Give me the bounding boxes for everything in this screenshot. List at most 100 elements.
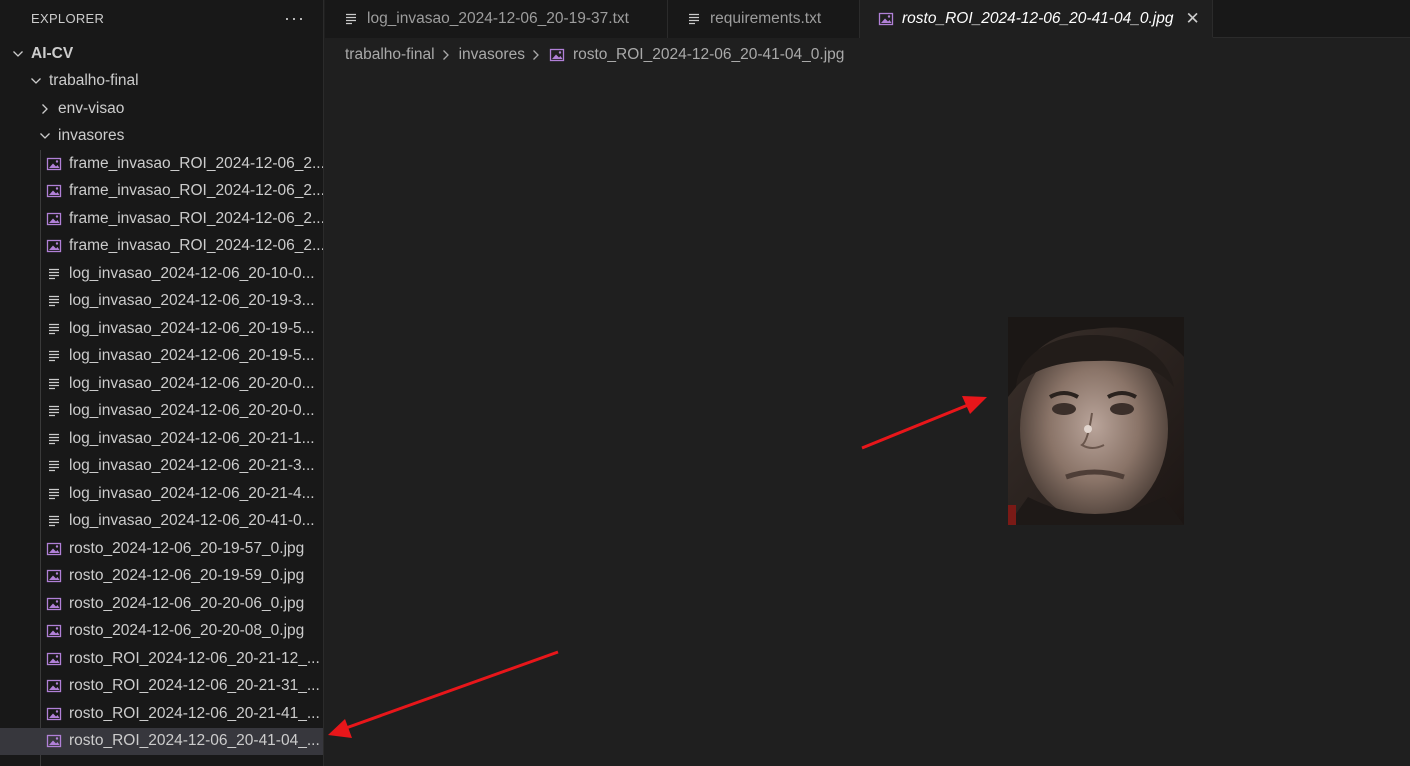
explorer-sidebar: EXPLORER ··· AI-CV trabalho-final env-vi… [0,0,324,766]
tab-label: requirements.txt [710,10,822,27]
file-label: log_invasao_2024-12-06_20-41-0... [69,512,315,530]
folder-label: trabalho-final [49,72,139,90]
face-photo [1008,317,1184,525]
tree-file-item[interactable]: rosto_ROI_2024-12-06_20-21-12_... [0,645,323,673]
file-label: frame_invasao_ROI_2024-12-06_2... [69,154,323,172]
image-file-icon [46,157,62,170]
breadcrumb-trabalho-final[interactable]: trabalho-final [345,46,435,64]
chevron-down-icon [38,129,52,143]
file-label: rosto_2024-12-06_20-19-59_0.jpg [69,567,305,585]
editor-tabs: log_invasao_2024-12-06_20-19-37.txt requi… [325,0,1410,38]
file-label: log_invasao_2024-12-06_20-10-0... [69,264,315,282]
image-file-icon [46,680,62,693]
tab-text-file[interactable]: log_invasao_2024-12-06_20-19-37.txt [325,0,668,38]
file-label: frame_invasao_ROI_2024-12-06_2... [69,209,323,227]
text-file-icon [49,488,59,499]
image-file-icon [46,735,62,748]
arrow-to-preview [861,396,987,450]
image-file-icon [46,570,62,583]
file-label: rosto_2024-12-06_20-20-06_0.jpg [69,594,305,612]
chevron-right-icon [38,102,52,116]
file-label: log_invasao_2024-12-06_20-20-0... [69,402,315,420]
text-file-icon [49,461,59,472]
image-file-icon [46,185,62,198]
tree-file-item[interactable]: log_invasao_2024-12-06_20-20-0... [0,398,323,426]
tree-root-ai-cv[interactable]: AI-CV [0,40,323,68]
file-label: log_invasao_2024-12-06_20-19-5... [69,347,315,365]
tree-folder-trabalho-final[interactable]: trabalho-final [0,68,323,96]
tree-file-item[interactable]: log_invasao_2024-12-06_20-19-5... [0,343,323,371]
more-actions-button[interactable]: ··· [284,9,305,27]
text-file-icon [346,13,356,25]
file-label: rosto_2024-12-06_20-20-08_0.jpg [69,622,305,640]
image-file-icon [46,240,62,253]
file-label: log_invasao_2024-12-06_20-21-1... [69,429,315,447]
tree-folder-invasores[interactable]: invasores [0,123,323,151]
tree-file-item[interactable]: rosto_2024-12-06_20-20-08_0.jpg [0,618,323,646]
tree-file-item[interactable]: log_invasao_2024-12-06_20-21-3... [0,453,323,481]
tree-root-label: AI-CV [31,44,74,62]
text-file-icon [49,296,59,307]
image-file-icon [878,12,894,25]
tree-file-item[interactable]: log_invasao_2024-12-06_20-19-3... [0,288,323,316]
file-label: log_invasao_2024-12-06_20-19-3... [69,292,315,310]
text-file-icon [49,351,59,362]
tab-label: rosto_ROI_2024-12-06_20-41-04_0.jpg [902,9,1174,27]
tree-folder-env-visao[interactable]: env-visao [0,95,323,123]
tree-file-item[interactable]: frame_invasao_ROI_2024-12-06_2... [0,233,323,261]
file-label: rosto_ROI_2024-12-06_20-41-04_... [69,732,320,750]
explorer-title: EXPLORER [31,10,105,26]
tree-file-item[interactable]: log_invasao_2024-12-06_20-21-4... [0,480,323,508]
breadcrumb-invasores[interactable]: invasores [459,46,525,64]
tree-file-item[interactable]: log_invasao_2024-12-06_20-20-0... [0,370,323,398]
tab-label: log_invasao_2024-12-06_20-19-37.txt [367,10,629,27]
tree-file-item[interactable]: log_invasao_2024-12-06_20-41-0... [0,508,323,536]
image-file-icon [46,212,62,225]
image-file-icon [46,597,62,610]
text-file-icon [49,323,59,334]
tree-file-item[interactable]: frame_invasao_ROI_2024-12-06_2... [0,178,323,206]
chevron-right-icon [531,48,541,62]
image-file-icon [46,652,62,665]
folder-label: invasores [58,127,125,145]
tree-file-item[interactable]: rosto_2024-12-06_20-19-57_0.jpg [0,535,323,563]
breadcrumb-file[interactable]: rosto_ROI_2024-12-06_20-41-04_0.jpg [573,46,844,64]
file-label: log_invasao_2024-12-06_20-19-5... [69,319,315,337]
tree-file-item[interactable]: rosto_ROI_2024-12-06_20-21-41_... [0,700,323,728]
arrow-to-selected-file [328,650,559,738]
image-file-icon [46,542,62,555]
text-file-icon [49,433,59,444]
file-label: frame_invasao_ROI_2024-12-06_2... [69,182,323,200]
file-label: rosto_ROI_2024-12-06_20-21-41_... [69,704,320,722]
image-preview [1008,317,1184,525]
close-icon[interactable]: ✕ [1185,9,1199,29]
folder-label: env-visao [58,99,125,117]
file-label: log_invasao_2024-12-06_20-20-0... [69,374,315,392]
tree-file-item[interactable]: rosto_2024-12-06_20-19-59_0.jpg [0,563,323,591]
tree-file-item[interactable]: log_invasao_2024-12-06_20-19-5... [0,315,323,343]
file-label: frame_invasao_ROI_2024-12-06_2... [69,237,323,255]
tree-file-item[interactable]: frame_invasao_ROI_2024-12-06_2... [0,150,323,178]
text-file-icon [49,406,59,417]
tree-file-item[interactable]: log_invasao_2024-12-06_20-21-1... [0,425,323,453]
tree-file-item[interactable]: frame_invasao_ROI_2024-12-06_2... [0,205,323,233]
tree-file-item[interactable]: rosto_2024-12-06_20-20-06_0.jpg [0,590,323,618]
file-label: log_invasao_2024-12-06_20-21-4... [69,484,315,502]
chevron-down-icon [11,47,25,61]
chevron-down-icon [29,74,43,88]
tree-file-item[interactable]: rosto_ROI_2024-12-06_20-21-31_... [0,673,323,701]
tab-active-image[interactable]: rosto_ROI_2024-12-06_20-41-04_0.jpg ✕ [860,0,1213,38]
file-list: frame_invasao_ROI_2024-12-06_2... frame_i… [0,150,323,755]
tree-file-item[interactable]: rosto_ROI_2024-12-06_20-41-04_... [0,727,323,755]
chevron-right-icon [441,48,451,62]
text-file-icon [689,13,699,25]
text-file-icon [49,268,59,279]
tree-file-item[interactable]: log_invasao_2024-12-06_20-10-0... [0,260,323,288]
tab-text-file[interactable]: requirements.txt [668,0,860,38]
text-file-icon [49,516,59,527]
file-label: rosto_ROI_2024-12-06_20-21-31_... [69,677,320,695]
text-file-icon [49,378,59,389]
file-label: rosto_2024-12-06_20-19-57_0.jpg [69,539,305,557]
explorer-header: EXPLORER ··· [0,0,323,36]
image-file-icon [46,625,62,638]
